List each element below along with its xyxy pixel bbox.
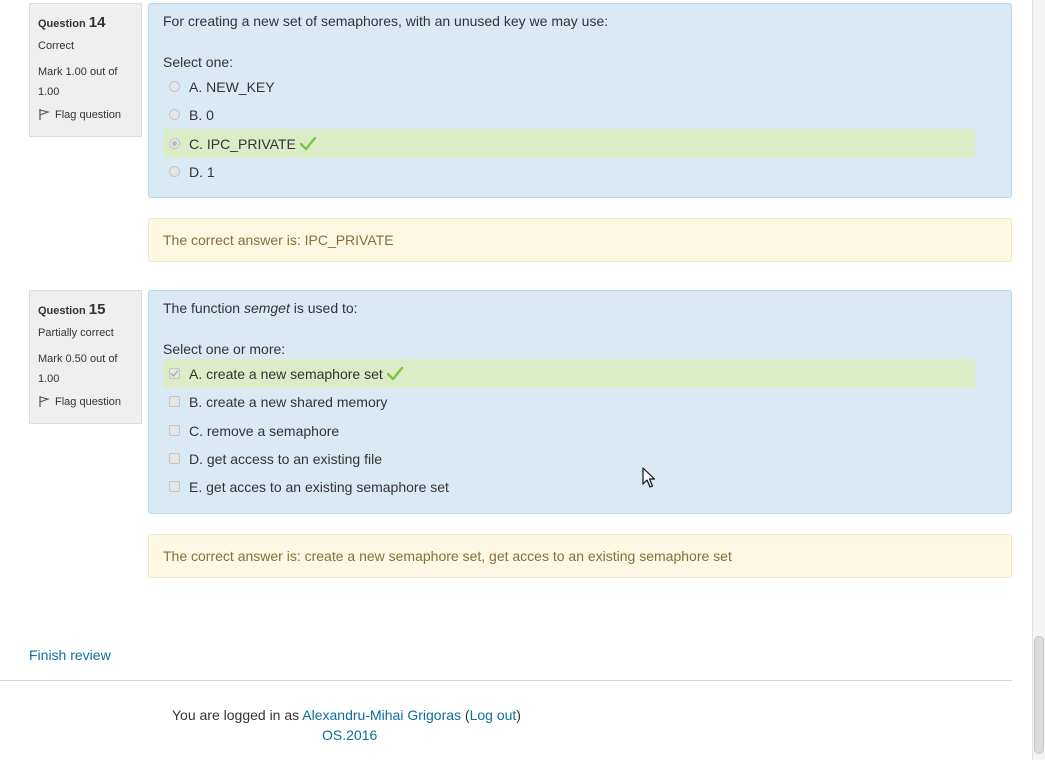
course-link[interactable]: OS.2016 bbox=[322, 727, 377, 743]
answer-option-a[interactable]: A. create a new semaphore set bbox=[163, 359, 975, 388]
question-state: Partially correct bbox=[38, 327, 114, 339]
flag-question-label: Flag question bbox=[55, 395, 122, 408]
answer-option-a[interactable]: A. NEW_KEY bbox=[163, 72, 975, 101]
question-label: Question bbox=[38, 18, 86, 30]
question-formulation-15: The function semget is used to: Select o… bbox=[148, 290, 1012, 514]
question-number: Question 14 bbox=[38, 14, 133, 31]
radio-button-selected[interactable] bbox=[169, 138, 180, 149]
question-number-value: 14 bbox=[88, 14, 106, 31]
answer-option-b[interactable]: B. create a new shared memory bbox=[163, 387, 975, 416]
checkbox[interactable] bbox=[169, 453, 180, 464]
answer-option-e[interactable]: E. get acces to an existing semaphore se… bbox=[163, 472, 975, 501]
answer-option-c[interactable]: C. remove a semaphore bbox=[163, 416, 975, 445]
question-number-value: 15 bbox=[88, 301, 106, 318]
question-text-before: The function bbox=[163, 300, 244, 316]
radio-button[interactable] bbox=[169, 81, 180, 92]
option-label: A. create a new semaphore set bbox=[189, 365, 383, 382]
correct-answer-feedback-15: The correct answer is: create a new sema… bbox=[148, 534, 1012, 578]
option-label: E. get acces to an existing semaphore se… bbox=[189, 478, 449, 495]
radio-button[interactable] bbox=[169, 109, 180, 120]
checkbox-checked[interactable] bbox=[169, 368, 180, 379]
flag-icon bbox=[39, 109, 50, 120]
question-state: Correct bbox=[38, 40, 75, 52]
logout-link[interactable]: Log out bbox=[470, 707, 517, 723]
flag-icon bbox=[39, 396, 50, 407]
correct-tick-icon bbox=[386, 366, 403, 380]
question-text-function: semget bbox=[243, 300, 290, 316]
flag-question-button[interactable]: Flag question bbox=[38, 395, 133, 408]
answer-prompt: Select one or more: bbox=[163, 341, 286, 357]
finish-review-link[interactable]: Finish review bbox=[29, 647, 111, 663]
checkbox[interactable] bbox=[169, 481, 180, 492]
flag-question-label: Flag question bbox=[55, 108, 122, 121]
correct-answer-feedback-14: The correct answer is: IPC_PRIVATE bbox=[148, 218, 1012, 262]
question-info-15: Question 15 Partially correct Mark 0.50 … bbox=[29, 290, 142, 424]
question-number: Question 15 bbox=[38, 301, 133, 318]
answer-option-b[interactable]: B. 0 bbox=[163, 100, 975, 129]
vertical-scrollbar[interactable] bbox=[1032, 0, 1045, 760]
question-grade: Mark 1.00 out of 1.00 bbox=[38, 66, 118, 98]
login-prefix: You are logged in as bbox=[172, 707, 300, 723]
checkbox[interactable] bbox=[169, 425, 180, 436]
question-formulation-14: For creating a new set of semaphores, wi… bbox=[148, 3, 1012, 198]
flag-question-button[interactable]: Flag question bbox=[38, 108, 133, 121]
radio-button[interactable] bbox=[169, 166, 180, 177]
question-text-after: is used to: bbox=[289, 300, 358, 316]
option-label: B. create a new shared memory bbox=[189, 393, 388, 410]
mouse-cursor-icon bbox=[642, 467, 656, 488]
user-profile-link[interactable]: Alexandru-Mihai Grigoras bbox=[302, 707, 461, 723]
option-label: A. NEW_KEY bbox=[189, 78, 275, 95]
question-text: The function semget is used to: bbox=[163, 300, 358, 316]
checkbox[interactable] bbox=[169, 396, 180, 407]
answer-option-d[interactable]: D. 1 bbox=[163, 157, 975, 186]
question-label: Question bbox=[38, 305, 86, 317]
question-info-14: Question 14 Correct Mark 1.00 out of 1.0… bbox=[29, 3, 142, 137]
answer-option-d[interactable]: D. get access to an existing file bbox=[163, 444, 975, 473]
option-label: C. IPC_PRIVATE bbox=[189, 135, 296, 152]
option-label: D. get access to an existing file bbox=[189, 450, 382, 467]
correct-tick-icon bbox=[299, 136, 316, 150]
scrollbar-thumb[interactable] bbox=[1034, 636, 1044, 754]
option-label: D. 1 bbox=[189, 163, 215, 180]
answer-option-c[interactable]: C. IPC_PRIVATE bbox=[163, 129, 975, 158]
answer-prompt: Select one: bbox=[163, 54, 234, 70]
option-label: C. remove a semaphore bbox=[189, 422, 340, 439]
option-label: B. 0 bbox=[189, 106, 214, 123]
question-grade: Mark 0.50 out of 1.00 bbox=[38, 353, 118, 385]
login-info: You are logged in as Alexandru-Mihai Gri… bbox=[172, 707, 521, 723]
footer-divider bbox=[0, 680, 1012, 681]
question-text: For creating a new set of semaphores, wi… bbox=[163, 13, 609, 29]
